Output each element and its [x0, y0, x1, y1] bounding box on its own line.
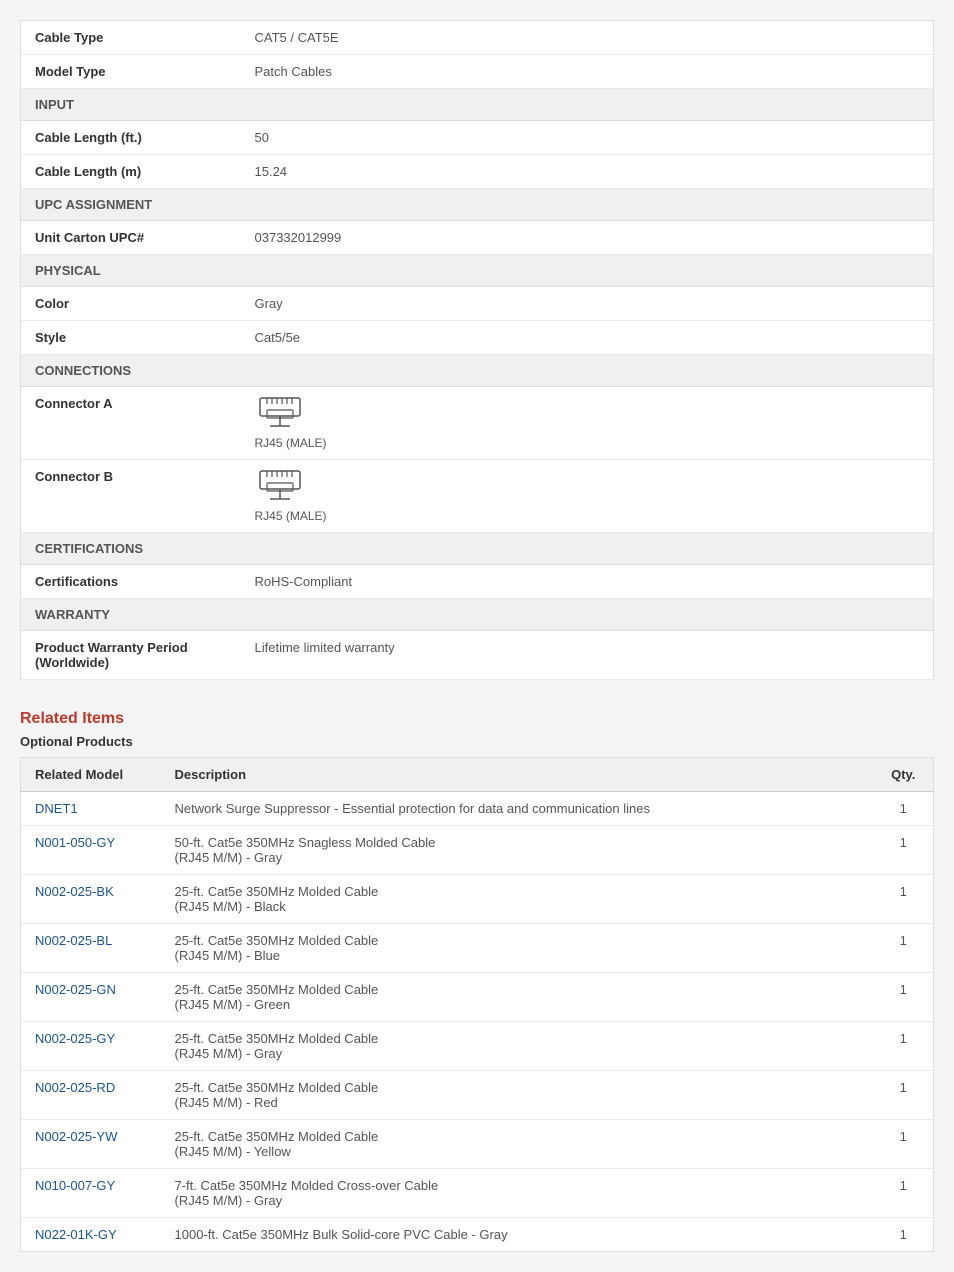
connector-icon [255, 396, 305, 435]
related-description-cell: Network Surge Suppressor - Essential pro… [161, 792, 874, 826]
related-items-section: Related Items Optional Products Related … [20, 710, 934, 1252]
related-table-row: N002-025-RD 25-ft. Cat5e 350MHz Molded Ca… [21, 1071, 934, 1120]
related-model-cell[interactable]: N001-050-GY [21, 826, 161, 875]
related-description-cell: 25-ft. Cat5e 350MHz Molded Cable(RJ45 M/… [161, 973, 874, 1022]
specs-table: Cable TypeCAT5 / CAT5EModel TypePatch Ca… [20, 20, 934, 680]
related-table-header: Related Model Description Qty. [21, 758, 934, 792]
section-header: CERTIFICATIONS [21, 533, 934, 565]
related-table-row: DNET1 Network Surge Suppressor - Essentia… [21, 792, 934, 826]
related-model-link[interactable]: N002-025-GY [35, 1031, 115, 1046]
section-header: INPUT [21, 89, 934, 121]
spec-row: Unit Carton UPC#037332012999 [21, 221, 934, 255]
spec-row: CertificationsRoHS-Compliant [21, 565, 934, 599]
related-description-cell: 50-ft. Cat5e 350MHz Snagless Molded Cabl… [161, 826, 874, 875]
related-description-cell: 25-ft. Cat5e 350MHz Molded Cable(RJ45 M/… [161, 875, 874, 924]
related-qty-cell: 1 [874, 924, 934, 973]
related-model-link[interactable]: N002-025-YW [35, 1129, 117, 1144]
col-description: Description [161, 758, 874, 792]
related-description-cell: 25-ft. Cat5e 350MHz Molded Cable(RJ45 M/… [161, 1120, 874, 1169]
connector-row: Connector B RJ45 (MALE) [21, 460, 934, 533]
related-model-cell[interactable]: N002-025-RD [21, 1071, 161, 1120]
related-description-cell: 25-ft. Cat5e 350MHz Molded Cable(RJ45 M/… [161, 1071, 874, 1120]
related-model-link[interactable]: N001-050-GY [35, 835, 115, 850]
related-model-link[interactable]: N002-025-GN [35, 982, 116, 997]
col-model: Related Model [21, 758, 161, 792]
spec-row: StyleCat5/5e [21, 321, 934, 355]
section-header: WARRANTY [21, 599, 934, 631]
connector-row: Connector A RJ45 (MALE) [21, 387, 934, 460]
related-table-row: N010-007-GY 7-ft. Cat5e 350MHz Molded Cro… [21, 1169, 934, 1218]
related-model-cell[interactable]: DNET1 [21, 792, 161, 826]
spec-row: Product Warranty Period(Worldwide)Lifeti… [21, 631, 934, 680]
spec-row: Cable Length (m)15.24 [21, 155, 934, 189]
related-description-cell: 25-ft. Cat5e 350MHz Molded Cable(RJ45 M/… [161, 1022, 874, 1071]
related-qty-cell: 1 [874, 1169, 934, 1218]
related-model-link[interactable]: N002-025-BL [35, 933, 112, 948]
related-description-cell: 7-ft. Cat5e 350MHz Molded Cross-over Cab… [161, 1169, 874, 1218]
related-model-link[interactable]: N002-025-RD [35, 1080, 115, 1095]
spec-row: ColorGray [21, 287, 934, 321]
optional-products-label: Optional Products [20, 734, 934, 749]
related-model-cell[interactable]: N010-007-GY [21, 1169, 161, 1218]
related-qty-cell: 1 [874, 792, 934, 826]
related-model-cell[interactable]: N002-025-YW [21, 1120, 161, 1169]
spec-row: Model TypePatch Cables [21, 55, 934, 89]
related-model-link[interactable]: DNET1 [35, 801, 78, 816]
related-qty-cell: 1 [874, 1071, 934, 1120]
connector-value: RJ45 (MALE) [255, 436, 327, 450]
spec-row: Cable Length (ft.)50 [21, 121, 934, 155]
col-qty: Qty. [874, 758, 934, 792]
related-qty-cell: 1 [874, 1120, 934, 1169]
related-table-row: N002-025-BK 25-ft. Cat5e 350MHz Molded Ca… [21, 875, 934, 924]
connector-icon [255, 469, 305, 508]
section-header: UPC ASSIGNMENT [21, 189, 934, 221]
related-items-title: Related Items [20, 710, 934, 728]
related-qty-cell: 1 [874, 973, 934, 1022]
related-model-link[interactable]: N010-007-GY [35, 1178, 115, 1193]
related-table-row: N002-025-GY 25-ft. Cat5e 350MHz Molded Ca… [21, 1022, 934, 1071]
connector-value: RJ45 (MALE) [255, 509, 327, 523]
related-qty-cell: 1 [874, 875, 934, 924]
related-model-cell[interactable]: N002-025-GY [21, 1022, 161, 1071]
related-model-link[interactable]: N002-025-BK [35, 884, 114, 899]
related-model-cell[interactable]: N002-025-BL [21, 924, 161, 973]
related-table-row: N002-025-BL 25-ft. Cat5e 350MHz Molded Ca… [21, 924, 934, 973]
section-header: CONNECTIONS [21, 355, 934, 387]
section-header: PHYSICAL [21, 255, 934, 287]
related-table-row: N001-050-GY 50-ft. Cat5e 350MHz Snagless … [21, 826, 934, 875]
spec-row: Cable TypeCAT5 / CAT5E [21, 21, 934, 55]
related-qty-cell: 1 [874, 826, 934, 875]
related-table-row: N002-025-YW 25-ft. Cat5e 350MHz Molded Ca… [21, 1120, 934, 1169]
related-qty-cell: 1 [874, 1022, 934, 1071]
related-table: Related Model Description Qty. DNET1 Netw… [20, 757, 934, 1252]
related-model-cell[interactable]: N002-025-BK [21, 875, 161, 924]
related-table-row: N002-025-GN 25-ft. Cat5e 350MHz Molded Ca… [21, 973, 934, 1022]
related-description-cell: 25-ft. Cat5e 350MHz Molded Cable(RJ45 M/… [161, 924, 874, 973]
related-model-cell[interactable]: N002-025-GN [21, 973, 161, 1022]
